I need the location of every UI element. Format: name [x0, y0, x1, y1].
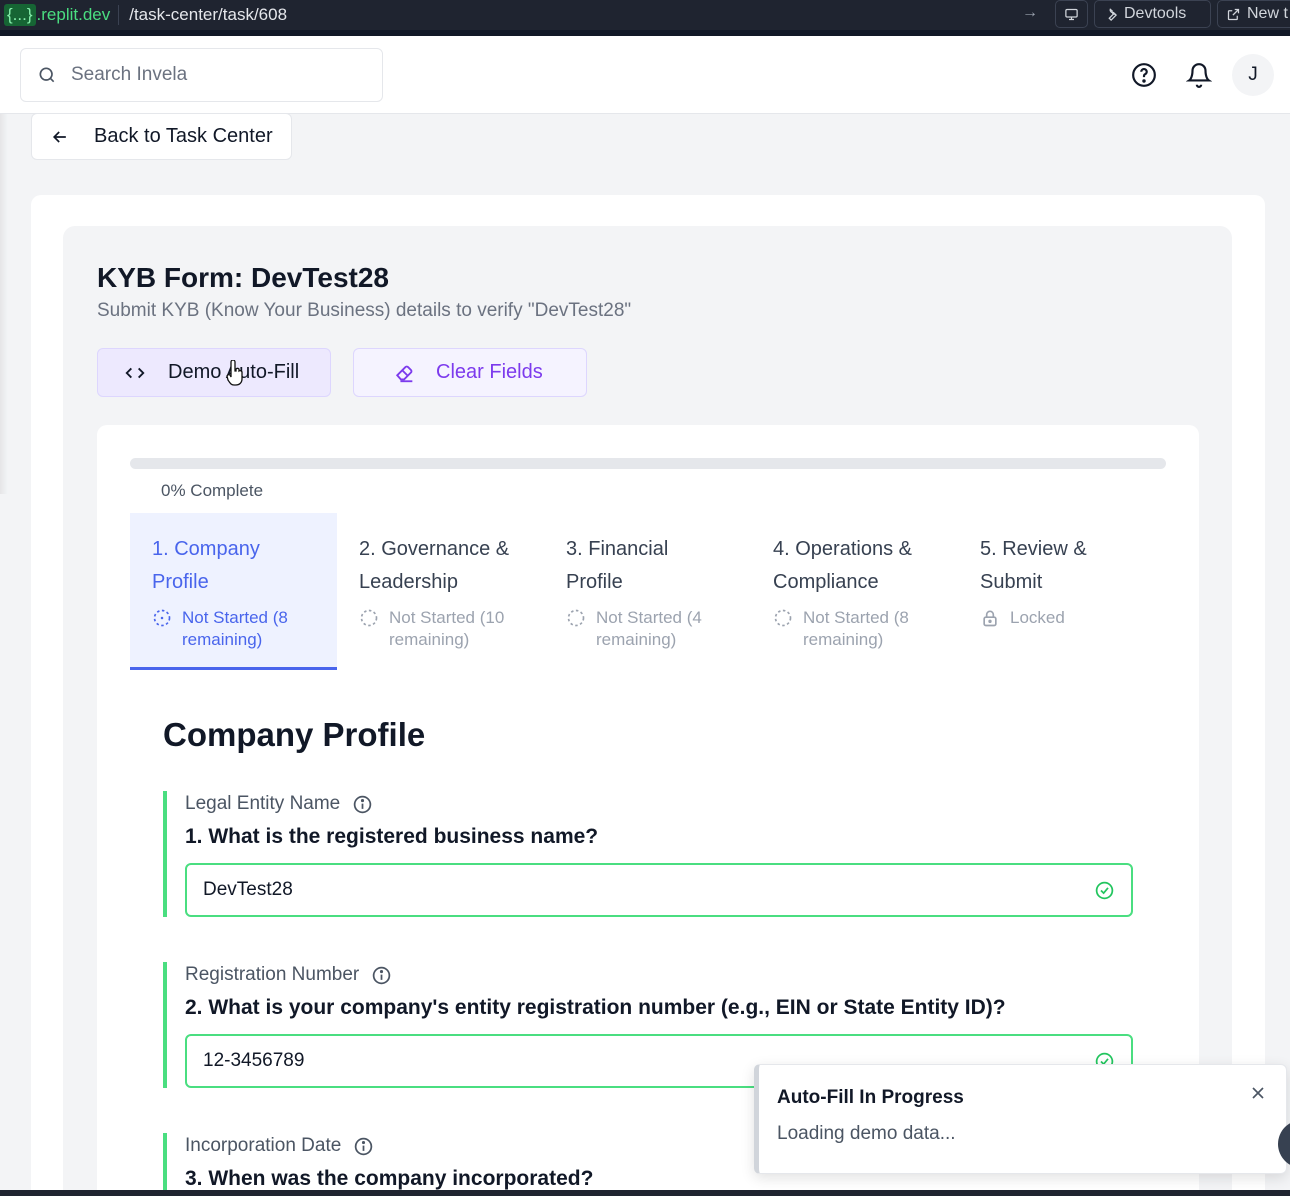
app-header: J: [0, 36, 1290, 114]
step-title: 3. Financial Profile: [566, 538, 669, 593]
new-tab-button[interactable]: New t: [1217, 0, 1290, 28]
field-label: Registration Number: [185, 962, 1133, 988]
dashed-circle-icon: [360, 609, 378, 627]
step-title: 1. Company Profile: [152, 538, 260, 593]
field-question: 2. What is your company's entity registr…: [185, 996, 1006, 1019]
field-label-text: Registration Number: [185, 964, 360, 985]
info-icon[interactable]: [352, 794, 373, 815]
section-title: Company Profile: [163, 716, 426, 753]
arrow-left-icon: [52, 130, 66, 143]
go-arrow-icon[interactable]: →: [1022, 4, 1038, 22]
step-title: 2. Governance & Leadership: [359, 538, 510, 593]
help-icon[interactable]: [1131, 62, 1157, 88]
progress-bar: [130, 458, 1166, 469]
demo-autofill-button[interactable]: Demo Auto-Fill: [97, 348, 331, 397]
step-status: Not Started (8 remaining): [773, 607, 936, 651]
search-icon: [39, 67, 55, 83]
code-icon: [125, 367, 145, 378]
step-status-text: Locked: [1010, 608, 1065, 627]
bell-icon[interactable]: [1186, 62, 1212, 88]
page-title: KYB Form: DevTest28: [97, 262, 390, 293]
tab-operations-compliance[interactable]: 4. Operations & Compliance Not Started (…: [751, 513, 958, 670]
browser-url-path[interactable]: /task-center/task/608: [129, 5, 287, 25]
tab-review-submit[interactable]: 5. Review & Submit Locked: [958, 513, 1165, 670]
search-box[interactable]: [20, 48, 383, 102]
devtools-label: Devtools: [1124, 5, 1187, 22]
step-status-text: Not Started (8 remaining): [182, 608, 288, 649]
domain-text: .replit.dev: [36, 5, 111, 24]
avatar[interactable]: J: [1232, 54, 1274, 96]
hand-cursor-icon: [226, 360, 243, 386]
step-status-text: Not Started (4 remaining): [596, 608, 702, 649]
autofill-toast: Auto-Fill In Progress Loading demo data.…: [754, 1064, 1287, 1174]
step-title: 5. Review & Submit: [980, 538, 1087, 593]
eraser-icon: [395, 365, 413, 382]
screen-button[interactable]: [1055, 0, 1088, 28]
tab-company-profile[interactable]: 1. Company Profile Not Started (8 remain…: [130, 513, 337, 670]
toast-title: Auto-Fill In Progress: [777, 1087, 964, 1108]
field-question: 1. What is the registered business name?: [185, 825, 599, 848]
search-input[interactable]: [71, 64, 351, 86]
devtools-button[interactable]: Devtools: [1094, 0, 1211, 28]
bottom-edge: [0, 1190, 1290, 1196]
dashed-circle-icon: [153, 609, 171, 627]
field-label-text: Incorporation Date: [185, 1135, 342, 1156]
step-status-text: Not Started (10 remaining): [389, 608, 505, 649]
legal-entity-name-input[interactable]: DevTest28: [185, 863, 1133, 917]
side-shadow: [0, 114, 8, 494]
lock-icon: [983, 610, 997, 627]
divider: [118, 5, 120, 25]
input-value: DevTest28: [203, 879, 293, 900]
wrench-icon: [1108, 7, 1117, 21]
step-status-text: Not Started (8 remaining): [803, 608, 909, 649]
field-label-text: Legal Entity Name: [185, 793, 341, 814]
step-status: Not Started (4 remaining): [566, 607, 729, 651]
page-subtitle: Submit KYB (Know Your Business) details …: [97, 300, 632, 321]
step-status: Locked: [980, 607, 1143, 629]
clear-fields-button[interactable]: Clear Fields: [353, 348, 587, 397]
browser-top-bar: {...} .replit.dev /task-center/task/608 …: [0, 0, 1290, 30]
field-legal-entity-name: Legal Entity Name 1. What is the registe…: [163, 791, 1133, 917]
toast-message: Loading demo data...: [777, 1123, 956, 1144]
clear-fields-label: Clear Fields: [436, 361, 543, 383]
tab-financial-profile[interactable]: 3. Financial Profile Not Started (4 rema…: [544, 513, 751, 670]
close-icon[interactable]: [1248, 1083, 1268, 1103]
dashed-circle-icon: [567, 609, 585, 627]
browser-domain: {...} .replit.dev: [4, 4, 110, 26]
progress-label: 0% Complete: [161, 481, 264, 500]
external-link-icon: [1227, 8, 1240, 20]
back-button-label: Back to Task Center: [94, 125, 273, 147]
field-label: Legal Entity Name: [185, 791, 1133, 817]
info-icon[interactable]: [371, 965, 392, 986]
check-circle-icon: [1095, 881, 1114, 900]
new-tab-label: New t: [1247, 5, 1288, 22]
monitor-icon: [1065, 8, 1078, 20]
info-icon[interactable]: [353, 1136, 374, 1157]
domain-brace: {...}: [4, 4, 36, 26]
avatar-initial: J: [1248, 64, 1258, 85]
step-status: Not Started (10 remaining): [359, 607, 522, 651]
dashed-circle-icon: [774, 609, 792, 627]
step-tabs: 1. Company Profile Not Started (8 remain…: [130, 513, 1166, 670]
tab-governance-leadership[interactable]: 2. Governance & Leadership Not Started (…: [337, 513, 544, 670]
step-status: Not Started (8 remaining): [152, 607, 315, 651]
back-to-task-center-button[interactable]: Back to Task Center: [31, 113, 292, 160]
input-value: 12-3456789: [203, 1050, 305, 1071]
step-title: 4. Operations & Compliance: [773, 538, 912, 593]
